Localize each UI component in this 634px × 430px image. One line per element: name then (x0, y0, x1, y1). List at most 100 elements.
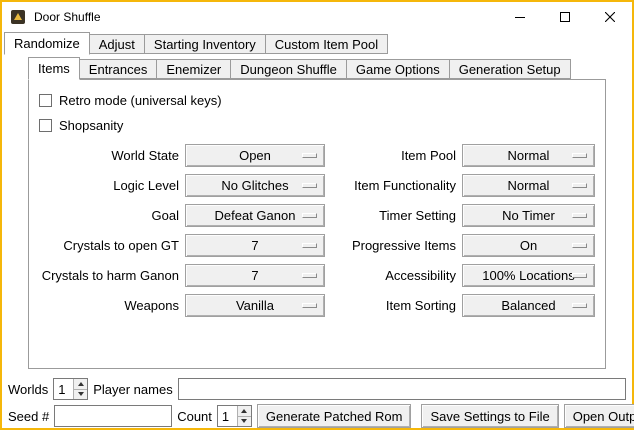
item-sorting-dropdown[interactable]: Balanced (462, 294, 595, 317)
maximize-button[interactable] (542, 2, 587, 31)
randomize-sub-tabbar: Items Entrances Enemizer Dungeon Shuffle… (28, 56, 632, 79)
item-pool-label: Item Pool (331, 148, 456, 163)
minimize-button[interactable] (497, 2, 542, 31)
dropdown-indicator-icon (572, 243, 587, 248)
weapons-dropdown[interactable]: Vanilla (185, 294, 325, 317)
dropdown-indicator-icon (302, 303, 317, 308)
app-icon (10, 9, 26, 25)
tab-starting-inventory[interactable]: Starting Inventory (144, 34, 266, 54)
worlds-spin-down-button[interactable] (73, 389, 87, 400)
item-sorting-label: Item Sorting (331, 298, 456, 313)
window-controls (497, 2, 632, 31)
worlds-spin-up-button[interactable] (73, 379, 87, 389)
window-title: Door Shuffle (34, 10, 101, 24)
goal-dropdown[interactable]: Defeat Ganon (185, 204, 325, 227)
close-button[interactable] (587, 2, 632, 31)
dropdown-indicator-icon (572, 183, 587, 188)
count-spin-up-button[interactable] (237, 406, 251, 416)
tab-enemizer[interactable]: Enemizer (156, 59, 231, 79)
progressive-items-dropdown[interactable]: On (462, 234, 595, 257)
logic-level-label: Logic Level (39, 178, 179, 193)
dropdown-indicator-icon (572, 273, 587, 278)
worlds-label: Worlds (8, 382, 48, 397)
main-tabbar: Randomize Adjust Starting Inventory Cust… (4, 31, 632, 54)
item-pool-value: Normal (508, 148, 550, 163)
dropdown-indicator-icon (302, 153, 317, 158)
arrow-up-icon (241, 409, 247, 413)
count-value: 1 (218, 406, 237, 426)
generation-row: Seed # Count 1 Generate Patched Rom Save… (2, 404, 632, 428)
player-names-label: Player names (93, 382, 172, 397)
timer-setting-value: No Timer (502, 208, 555, 223)
close-icon (605, 12, 615, 22)
maximize-icon (560, 12, 570, 22)
tab-entrances[interactable]: Entrances (79, 59, 158, 79)
checkbox-unchecked-icon[interactable] (39, 94, 52, 107)
weapons-label: Weapons (39, 298, 179, 313)
crystals-harm-ganon-label: Crystals to harm Ganon (39, 268, 179, 283)
accessibility-dropdown[interactable]: 100% Locations (462, 264, 595, 287)
dropdown-indicator-icon (572, 303, 587, 308)
item-functionality-dropdown[interactable]: Normal (462, 174, 595, 197)
shopsanity-label: Shopsanity (59, 118, 123, 133)
tab-generation-setup[interactable]: Generation Setup (449, 59, 571, 79)
count-label: Count (177, 409, 212, 424)
crystals-open-gt-value: 7 (251, 238, 258, 253)
crystals-harm-ganon-dropdown[interactable]: 7 (185, 264, 325, 287)
door-shuffle-window: Door Shuffle Randomize Adjust Starting I… (0, 0, 634, 430)
arrow-down-icon (241, 419, 247, 423)
minimize-icon (515, 12, 525, 22)
timer-setting-dropdown[interactable]: No Timer (462, 204, 595, 227)
item-functionality-label: Item Functionality (331, 178, 456, 193)
item-functionality-value: Normal (508, 178, 550, 193)
options-grid: World State Open Item Pool Normal Logic … (39, 144, 595, 317)
checkbox-unchecked-icon[interactable] (39, 119, 52, 132)
dropdown-indicator-icon (572, 153, 587, 158)
goal-label: Goal (39, 208, 179, 223)
accessibility-value: 100% Locations (482, 268, 575, 283)
tab-dungeon-shuffle[interactable]: Dungeon Shuffle (230, 59, 347, 79)
dropdown-indicator-icon (302, 183, 317, 188)
count-spinbox[interactable]: 1 (217, 405, 252, 427)
arrow-down-icon (78, 392, 84, 396)
tab-randomize[interactable]: Randomize (4, 32, 90, 55)
arrow-up-icon (78, 382, 84, 386)
count-spin-arrows (237, 406, 251, 426)
accessibility-label: Accessibility (331, 268, 456, 283)
seed-label: Seed # (8, 409, 49, 424)
goal-value: Defeat Ganon (215, 208, 296, 223)
multiworld-row: Worlds 1 Player names (2, 377, 632, 401)
logic-level-dropdown[interactable]: No Glitches (185, 174, 325, 197)
save-settings-button[interactable]: Save Settings to File (421, 404, 558, 428)
count-spin-down-button[interactable] (237, 416, 251, 427)
tab-custom-item-pool[interactable]: Custom Item Pool (265, 34, 388, 54)
timer-setting-label: Timer Setting (331, 208, 456, 223)
seed-input[interactable] (54, 405, 172, 427)
tab-game-options[interactable]: Game Options (346, 59, 450, 79)
worlds-value: 1 (54, 379, 73, 399)
item-pool-dropdown[interactable]: Normal (462, 144, 595, 167)
crystals-open-gt-dropdown[interactable]: 7 (185, 234, 325, 257)
tab-adjust[interactable]: Adjust (89, 34, 145, 54)
weapons-value: Vanilla (236, 298, 274, 313)
generate-patched-rom-button[interactable]: Generate Patched Rom (257, 404, 412, 428)
open-output-directory-button[interactable]: Open Output Directory (564, 404, 634, 428)
progressive-items-value: On (520, 238, 537, 253)
world-state-label: World State (39, 148, 179, 163)
world-state-dropdown[interactable]: Open (185, 144, 325, 167)
retro-mode-label: Retro mode (universal keys) (59, 93, 222, 108)
titlebar[interactable]: Door Shuffle (2, 2, 632, 31)
retro-mode-checkbox[interactable]: Retro mode (universal keys) (39, 88, 595, 113)
worlds-spin-arrows (73, 379, 87, 399)
progressive-items-label: Progressive Items (331, 238, 456, 253)
tab-items[interactable]: Items (28, 57, 80, 80)
item-sorting-value: Balanced (501, 298, 555, 313)
player-names-input[interactable] (178, 378, 626, 400)
items-panel: Retro mode (universal keys) Shopsanity W… (28, 79, 606, 369)
worlds-spinbox[interactable]: 1 (53, 378, 88, 400)
crystals-open-gt-label: Crystals to open GT (39, 238, 179, 253)
world-state-value: Open (239, 148, 271, 163)
dropdown-indicator-icon (572, 213, 587, 218)
shopsanity-checkbox[interactable]: Shopsanity (39, 113, 595, 138)
crystals-harm-ganon-value: 7 (251, 268, 258, 283)
